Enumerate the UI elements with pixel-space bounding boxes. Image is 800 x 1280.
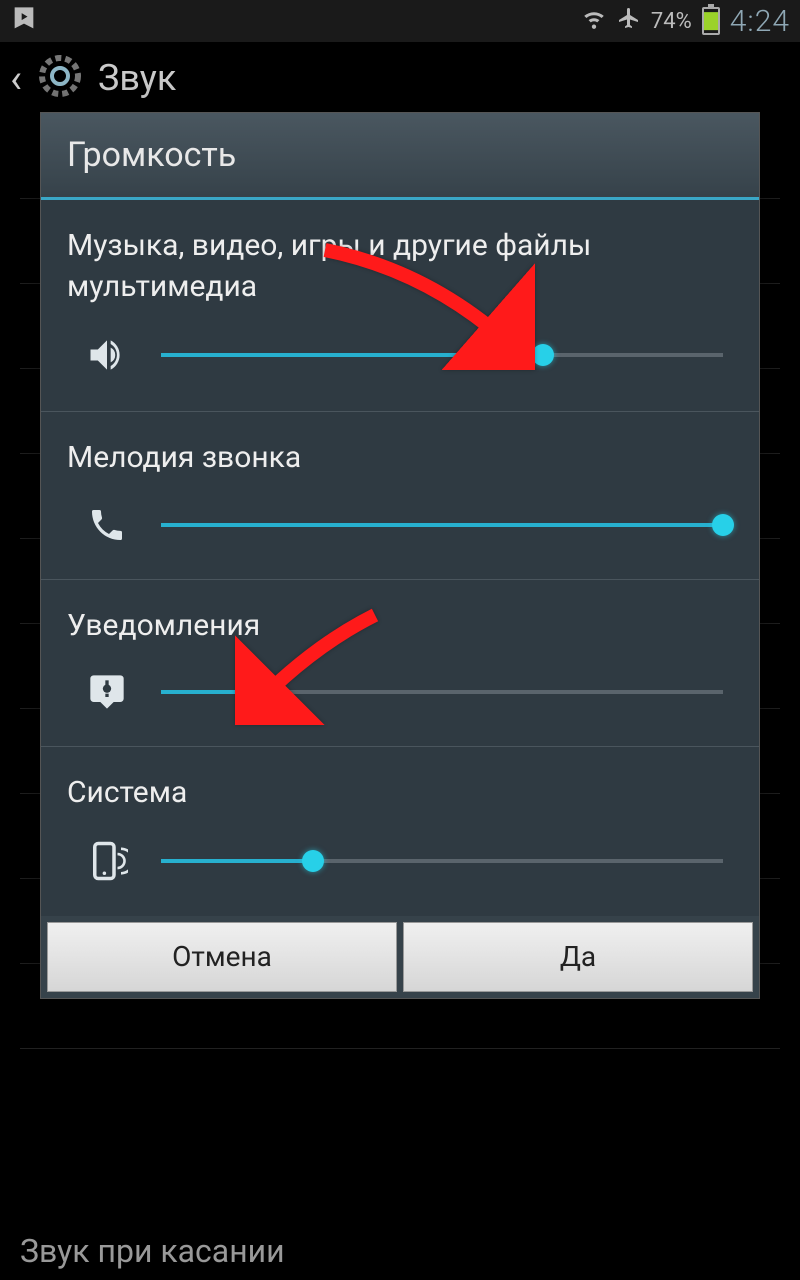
settings-header: ‹ Звук — [0, 42, 800, 114]
device-icon — [77, 840, 137, 882]
dialog-header: Громкость — [41, 113, 759, 197]
battery-icon — [702, 7, 720, 35]
cancel-button[interactable]: Отмена — [47, 922, 397, 992]
label-ringtone: Мелодия звонка — [67, 438, 733, 479]
clock: 4:24 — [730, 4, 790, 39]
label-notifications: Уведомления — [67, 606, 733, 647]
label-media: Музыка, видео, игры и другие файлы мульт… — [67, 226, 733, 307]
notification-icon — [77, 672, 137, 712]
slider-ringtone[interactable] — [161, 515, 723, 535]
section-notifications: Уведомления — [41, 580, 759, 748]
volume-dialog: Громкость Музыка, видео, игры и другие ф… — [40, 112, 760, 999]
section-system: Система — [41, 747, 759, 916]
section-ringtone: Мелодия звонка — [41, 412, 759, 580]
slider-media[interactable] — [161, 345, 723, 365]
settings-title: Звук — [98, 57, 176, 99]
battery-percent: 74% — [651, 9, 692, 34]
slider-notifications[interactable] — [161, 682, 723, 702]
slider-system[interactable] — [161, 851, 723, 871]
phone-icon — [77, 505, 137, 545]
back-icon[interactable]: ‹ — [10, 55, 22, 102]
gear-icon — [36, 52, 84, 104]
airplane-icon — [617, 6, 641, 36]
status-bar: 74% 4:24 — [0, 0, 800, 42]
play-store-icon — [10, 5, 38, 37]
background-item: Звук при касании — [20, 1232, 285, 1270]
wifi-icon — [581, 5, 607, 37]
dialog-title: Громкость — [67, 135, 733, 175]
ok-button[interactable]: Да — [403, 922, 753, 992]
section-media: Музыка, видео, игры и другие файлы мульт… — [41, 200, 759, 412]
speaker-icon — [77, 333, 137, 377]
label-system: Система — [67, 773, 733, 814]
